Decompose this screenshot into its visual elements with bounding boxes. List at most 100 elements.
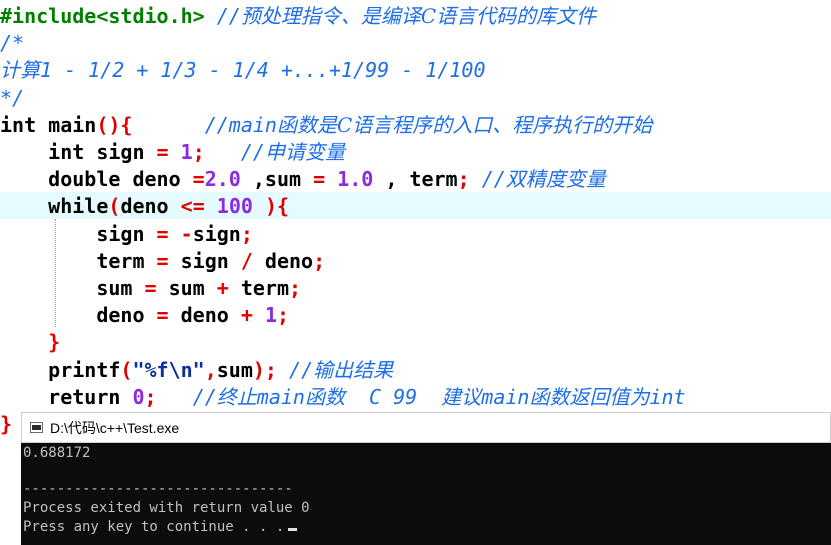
code-line: return 0; //终止main函数 C 99 建议main函数返回值为in…: [0, 384, 686, 411]
code-line: }: [0, 411, 12, 438]
code-line: */: [0, 85, 24, 112]
code-line: #include<stdio.h> //预处理指令、是编译C语言代码的库文件: [0, 3, 596, 30]
code-line: double deno =2.0 ,sum = 1.0 , term; //双精…: [0, 166, 606, 193]
code-token: =: [156, 221, 169, 246]
console-title-bar[interactable]: D:\代码\c++\Test.exe: [21, 412, 831, 443]
code-token: main: [481, 384, 530, 409]
code-token: 输出结果: [313, 357, 394, 382]
code-token: deno: [0, 303, 157, 328]
code-token: //main: [204, 112, 277, 137]
code-token: 0: [132, 384, 145, 409]
code-token: +: [216, 276, 229, 300]
code-token: 1.0: [337, 167, 374, 192]
code-token: */: [0, 85, 25, 110]
code-line: printf("%f\n",sum); //输出结果: [0, 357, 393, 384]
code-token: 100: [216, 194, 253, 219]
code-token: sign: [0, 221, 157, 246]
text-cursor: [288, 528, 298, 531]
code-token: deno: [252, 248, 314, 273]
code-token: //: [240, 140, 265, 164]
console-window[interactable]: D:\代码\c++\Test.exe 0.688172 ------------…: [21, 412, 831, 545]
code-token: ;: [313, 248, 326, 273]
code-token: deno: [120, 167, 193, 192]
code-token: , term: [373, 167, 458, 192]
code-token: term: [0, 248, 157, 273]
code-token: 1 - 1/2 + 1/3 - 1/4 +...+1/99 - 1/100: [40, 58, 486, 83]
code-line: while(deno <= 100 ){: [0, 193, 289, 220]
code-token: //: [216, 4, 241, 28]
console-output-area[interactable]: 0.688172 -------------------------------…: [21, 443, 831, 545]
code-token: while: [48, 194, 109, 219]
code-token: main: [36, 112, 97, 137]
code-line: term = sign / deno;: [0, 248, 325, 275]
code-line: sign = -sign;: [0, 221, 253, 248]
code-token: printf: [0, 357, 121, 382]
code-token: int: [48, 140, 85, 164]
code-token: 1: [264, 303, 277, 328]
code-token: int: [649, 384, 686, 409]
console-output-line: 0.688172: [23, 445, 91, 461]
code-token: /*: [0, 31, 25, 56]
code-token: "%f\n": [132, 357, 205, 382]
code-token: main: [256, 384, 305, 409]
code-token: sign: [84, 140, 157, 164]
code-editor[interactable]: #include<stdio.h> //预处理指令、是编译C语言代码的库文件/*…: [0, 0, 831, 436]
code-token: -: [180, 221, 193, 246]
code-token: 2.0: [204, 167, 241, 192]
code-token: =: [192, 167, 205, 192]
code-token: +: [240, 303, 253, 328]
code-token: =: [156, 248, 169, 273]
code-token: =: [156, 303, 169, 328]
code-token: sum: [216, 357, 253, 382]
code-token: 函数是C语言程序的入口、程序执行的开始: [276, 112, 653, 137]
code-token: =: [144, 276, 157, 300]
code-token: int: [0, 112, 37, 137]
code-token: ;: [289, 276, 302, 300]
code-token: sign: [192, 221, 241, 246]
code-token: //: [481, 167, 506, 192]
code-token: sum: [156, 276, 217, 300]
console-title: D:\代码\c++\Test.exe: [50, 420, 180, 436]
code-line: int sign = 1; //申请变量: [0, 139, 345, 166]
code-line: sum = sum + term;: [0, 275, 301, 302]
code-token: ,: [204, 357, 217, 382]
console-prompt: Press any key to continue . . .: [23, 519, 285, 535]
code-line: deno = deno + 1;: [0, 302, 289, 329]
code-token: term: [228, 276, 290, 300]
code-token: return: [48, 384, 121, 409]
code-line: }: [0, 329, 60, 356]
console-separator: --------------------------------: [23, 481, 293, 497]
code-token: }: [48, 330, 61, 355]
code-token: (: [108, 194, 121, 219]
code-token: //: [289, 357, 314, 382]
code-token: =: [313, 167, 326, 192]
code-token: ;: [192, 140, 205, 164]
code-token: 函数: [304, 384, 345, 409]
code-token: ;: [276, 303, 290, 328]
code-token: (: [120, 357, 133, 382]
code-token: (){: [96, 112, 133, 137]
code-token: ;: [457, 167, 470, 192]
code-line: int main(){ //main函数是C语言程序的入口、程序执行的开始: [0, 112, 652, 139]
code-token: );: [252, 357, 277, 382]
code-token: 计算: [0, 58, 40, 83]
code-token: /: [240, 248, 253, 273]
code-token: }: [0, 412, 13, 436]
code-token: 1: [180, 140, 193, 164]
code-token: C 99: [344, 384, 442, 409]
